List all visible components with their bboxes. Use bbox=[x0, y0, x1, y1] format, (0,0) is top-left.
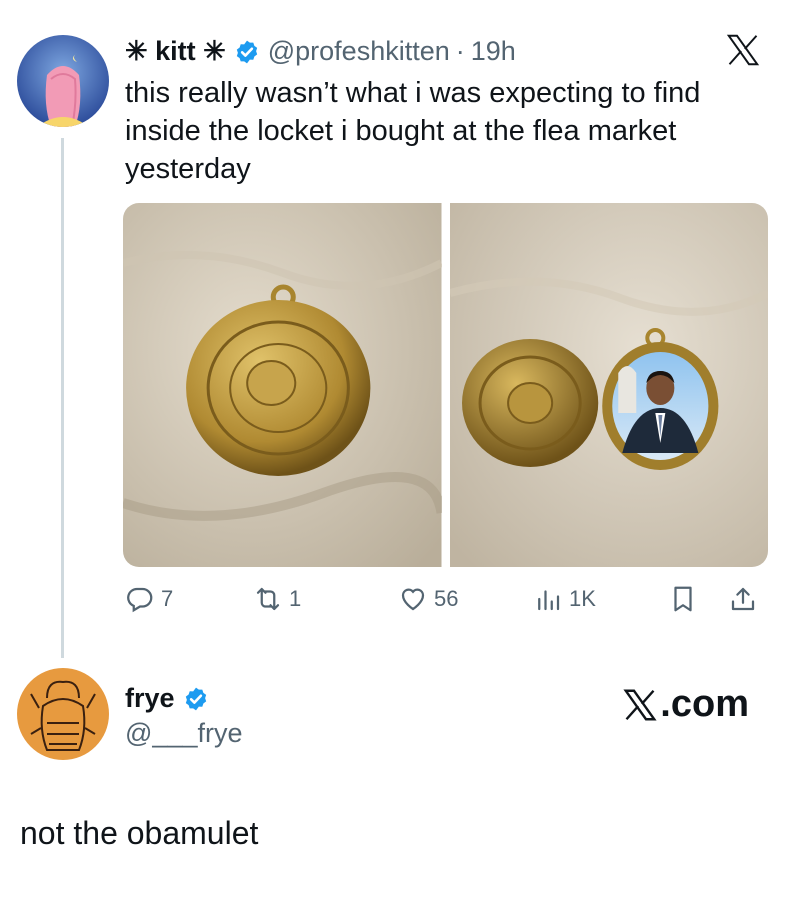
reply-count: 7 bbox=[161, 586, 174, 611]
x-com-text: .com bbox=[660, 683, 749, 725]
x-logo-icon bbox=[726, 34, 760, 66]
separator-dot: · bbox=[455, 36, 465, 66]
tweet-text: this really wasn’t what i was expecting … bbox=[125, 77, 701, 185]
avatar-illustration bbox=[17, 668, 109, 760]
share-button[interactable] bbox=[728, 584, 758, 614]
tweet-actions: 7 1 56 1K bbox=[123, 584, 768, 624]
repost-count: 1 bbox=[289, 586, 302, 611]
reply-icon bbox=[127, 587, 153, 613]
reply-author-handle[interactable]: @___frye bbox=[125, 718, 242, 749]
verified-badge-icon bbox=[185, 687, 206, 710]
reply-author[interactable]: frye bbox=[125, 683, 217, 714]
like-count: 56 bbox=[434, 586, 459, 611]
author-handle[interactable]: @profeshkitten bbox=[268, 36, 450, 67]
closed-locket-image bbox=[123, 203, 447, 567]
reply-author-name: frye bbox=[125, 683, 175, 713]
tweet-header: ✳ kitt ✳ @profeshkitten · 19h bbox=[125, 36, 516, 67]
bookmark-icon bbox=[674, 586, 692, 612]
repost-icon bbox=[256, 587, 280, 611]
verified-badge-icon bbox=[236, 40, 257, 63]
avatar-illustration bbox=[17, 35, 109, 127]
author-name[interactable]: ✳ kitt ✳ bbox=[125, 36, 226, 67]
reply-text: not the obamulet bbox=[20, 815, 259, 851]
tweet-media[interactable] bbox=[123, 203, 768, 567]
tweet-time[interactable]: 19h bbox=[471, 36, 516, 67]
kitt-avatar[interactable] bbox=[17, 35, 109, 127]
repost-button[interactable]: 1 bbox=[253, 584, 301, 614]
open-locket-photo[interactable] bbox=[448, 203, 768, 567]
views-chart-icon bbox=[538, 590, 560, 611]
bookmark-button[interactable] bbox=[668, 584, 698, 614]
reply-button[interactable]: 7 bbox=[125, 584, 173, 614]
frye-avatar[interactable] bbox=[17, 668, 109, 760]
open-locket-image bbox=[448, 203, 768, 567]
closed-locket-photo[interactable] bbox=[123, 203, 447, 567]
heart-icon bbox=[401, 588, 425, 611]
share-icon bbox=[731, 587, 755, 611]
views-count: 1K bbox=[569, 586, 596, 611]
like-button[interactable]: 56 bbox=[398, 584, 458, 614]
x-com-watermark: .com bbox=[622, 683, 749, 726]
thread-line bbox=[61, 138, 64, 658]
views-button[interactable]: 1K bbox=[533, 584, 596, 614]
x-logo-icon bbox=[623, 689, 657, 720]
